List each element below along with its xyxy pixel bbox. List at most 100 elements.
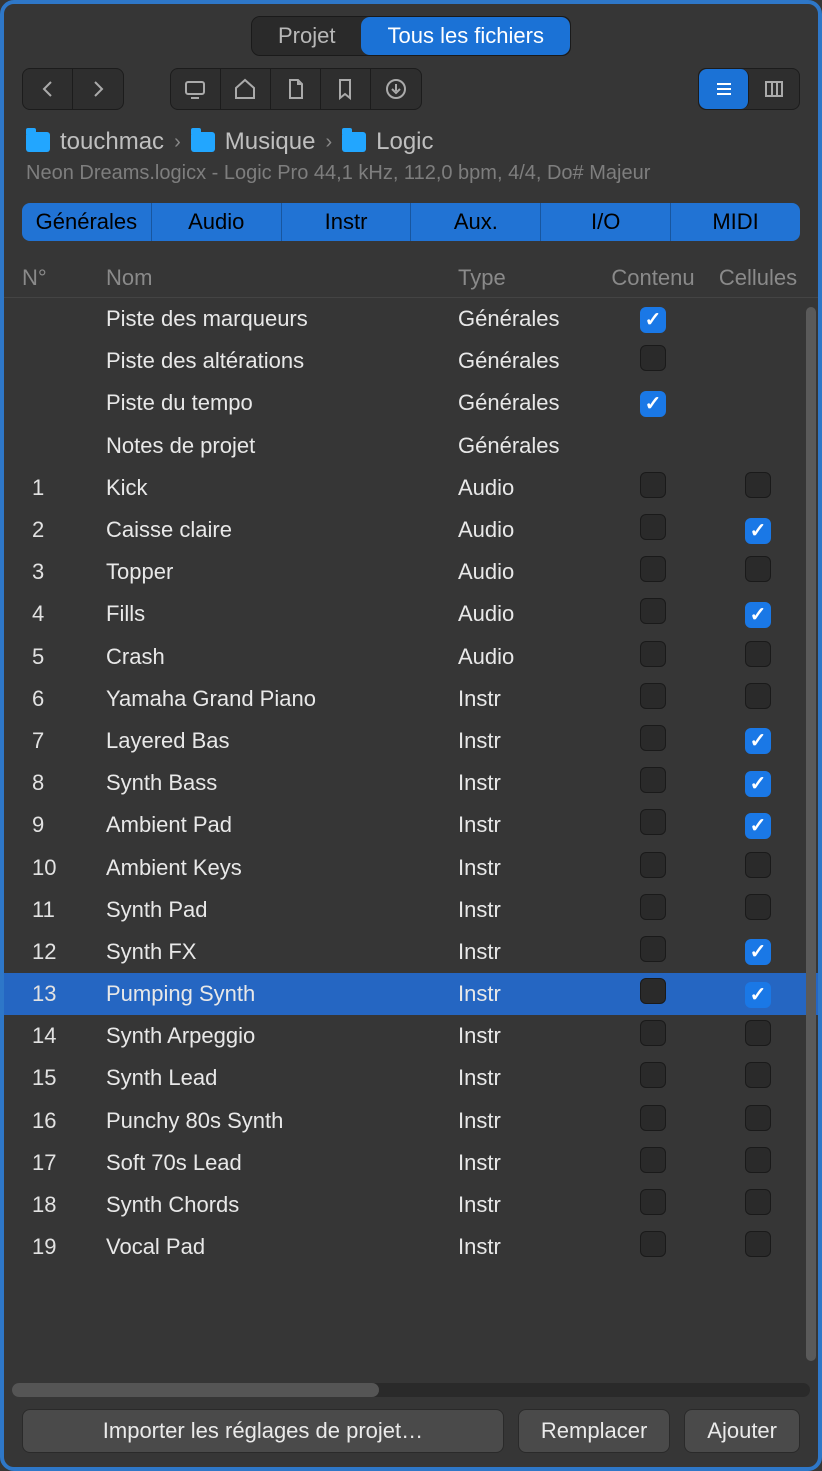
breadcrumb-part[interactable]: Musique	[225, 128, 316, 156]
checkbox[interactable]	[745, 894, 771, 920]
checkbox[interactable]	[640, 852, 666, 878]
filter-audio[interactable]: Audio	[152, 203, 282, 241]
scrollbar-thumb[interactable]	[12, 1383, 379, 1397]
col-header-name[interactable]: Nom	[94, 265, 458, 291]
table-row[interactable]: 12Synth FXInstr	[4, 931, 818, 973]
checkbox[interactable]	[640, 1147, 666, 1173]
col-header-content[interactable]: Contenu	[598, 265, 708, 291]
replace-button[interactable]: Remplacer	[518, 1409, 670, 1453]
checkbox[interactable]	[640, 809, 666, 835]
checkbox[interactable]	[640, 978, 666, 1004]
checkbox[interactable]	[745, 641, 771, 667]
checkbox[interactable]	[745, 1147, 771, 1173]
breadcrumb-part[interactable]: Logic	[376, 128, 433, 156]
table-row[interactable]: 15Synth LeadInstr	[4, 1057, 818, 1099]
tab-all-files[interactable]: Tous les fichiers	[361, 17, 570, 55]
row-num: 18	[4, 1192, 94, 1218]
row-num: 10	[4, 855, 94, 881]
checkbox[interactable]	[745, 771, 771, 797]
table-row[interactable]: 6Yamaha Grand PianoInstr	[4, 678, 818, 720]
checkbox[interactable]	[640, 1231, 666, 1257]
location-projects-button[interactable]	[271, 69, 321, 109]
checkbox[interactable]	[745, 728, 771, 754]
nav-forward-button[interactable]	[73, 69, 123, 109]
table-row[interactable]: 2Caisse claireAudio	[4, 509, 818, 551]
filter-aux[interactable]: Aux.	[411, 203, 541, 241]
col-header-type[interactable]: Type	[458, 265, 598, 291]
col-header-num[interactable]: N°	[4, 265, 94, 291]
checkbox[interactable]	[640, 767, 666, 793]
table-row[interactable]: 10Ambient KeysInstr	[4, 846, 818, 888]
table-row[interactable]: Piste des altérationsGénérales	[4, 340, 818, 382]
checkbox[interactable]	[640, 556, 666, 582]
checkbox[interactable]	[745, 1189, 771, 1215]
table-row[interactable]: 4FillsAudio	[4, 593, 818, 635]
checkbox[interactable]	[640, 936, 666, 962]
tab-project[interactable]: Projet	[252, 17, 361, 55]
checkbox[interactable]	[745, 556, 771, 582]
checkbox[interactable]	[640, 1189, 666, 1215]
checkbox[interactable]	[745, 683, 771, 709]
location-bookmarks-button[interactable]	[321, 69, 371, 109]
table-row[interactable]: 16Punchy 80s SynthInstr	[4, 1100, 818, 1142]
table-row[interactable]: Notes de projetGénérales	[4, 425, 818, 467]
table-row[interactable]: 18Synth ChordsInstr	[4, 1184, 818, 1226]
checkbox[interactable]	[745, 518, 771, 544]
checkbox[interactable]	[745, 472, 771, 498]
import-settings-button[interactable]: Importer les réglages de projet…	[22, 1409, 504, 1453]
location-computer-button[interactable]	[171, 69, 221, 109]
checkbox[interactable]	[640, 894, 666, 920]
table-row[interactable]: 1KickAudio	[4, 467, 818, 509]
table-row[interactable]: 8Synth BassInstr	[4, 762, 818, 804]
filter-generales[interactable]: Générales	[22, 203, 152, 241]
chevron-right-icon: ›	[170, 131, 185, 154]
checkbox[interactable]	[640, 1105, 666, 1131]
checkbox[interactable]	[640, 391, 666, 417]
table-row[interactable]: 14Synth ArpeggioInstr	[4, 1015, 818, 1057]
horizontal-scrollbar[interactable]	[12, 1383, 810, 1397]
checkbox[interactable]	[745, 1020, 771, 1046]
table-row[interactable]: Piste des marqueursGénérales	[4, 298, 818, 340]
table-row[interactable]: 13Pumping SynthInstr	[4, 973, 818, 1015]
location-downloads-button[interactable]	[371, 69, 421, 109]
checkbox[interactable]	[745, 1105, 771, 1131]
table-row[interactable]: 3TopperAudio	[4, 551, 818, 593]
checkbox[interactable]	[640, 472, 666, 498]
nav-back-button[interactable]	[23, 69, 73, 109]
checkbox[interactable]	[640, 1062, 666, 1088]
checkbox[interactable]	[745, 813, 771, 839]
checkbox[interactable]	[745, 1231, 771, 1257]
checkbox[interactable]	[640, 307, 666, 333]
view-columns-button[interactable]	[749, 69, 799, 109]
table-row[interactable]: 17Soft 70s LeadInstr	[4, 1142, 818, 1184]
checkbox[interactable]	[640, 1020, 666, 1046]
table-row[interactable]: Piste du tempoGénérales	[4, 382, 818, 424]
checkbox[interactable]	[640, 683, 666, 709]
table-row[interactable]: 11Synth PadInstr	[4, 889, 818, 931]
checkbox[interactable]	[745, 602, 771, 628]
filter-io[interactable]: I/O	[541, 203, 671, 241]
table-row[interactable]: 5CrashAudio	[4, 636, 818, 678]
row-content	[598, 390, 708, 417]
location-home-button[interactable]	[221, 69, 271, 109]
filter-instr[interactable]: Instr	[282, 203, 412, 241]
checkbox[interactable]	[640, 725, 666, 751]
vertical-scrollbar[interactable]	[806, 307, 816, 1361]
checkbox[interactable]	[640, 641, 666, 667]
checkbox[interactable]	[745, 1062, 771, 1088]
checkbox[interactable]	[640, 514, 666, 540]
filter-midi[interactable]: MIDI	[671, 203, 800, 241]
checkbox[interactable]	[745, 852, 771, 878]
table-row[interactable]: 9Ambient PadInstr	[4, 804, 818, 846]
table-row[interactable]: 19Vocal PadInstr	[4, 1226, 818, 1268]
checkbox[interactable]	[745, 939, 771, 965]
checkbox[interactable]	[640, 345, 666, 371]
breadcrumb-part[interactable]: touchmac	[60, 128, 164, 156]
view-list-button[interactable]	[699, 69, 749, 109]
row-name: Synth Pad	[94, 897, 458, 923]
col-header-cells[interactable]: Cellules	[708, 265, 818, 291]
add-button[interactable]: Ajouter	[684, 1409, 800, 1453]
table-row[interactable]: 7Layered BasInstr	[4, 720, 818, 762]
checkbox[interactable]	[745, 982, 771, 1008]
checkbox[interactable]	[640, 598, 666, 624]
